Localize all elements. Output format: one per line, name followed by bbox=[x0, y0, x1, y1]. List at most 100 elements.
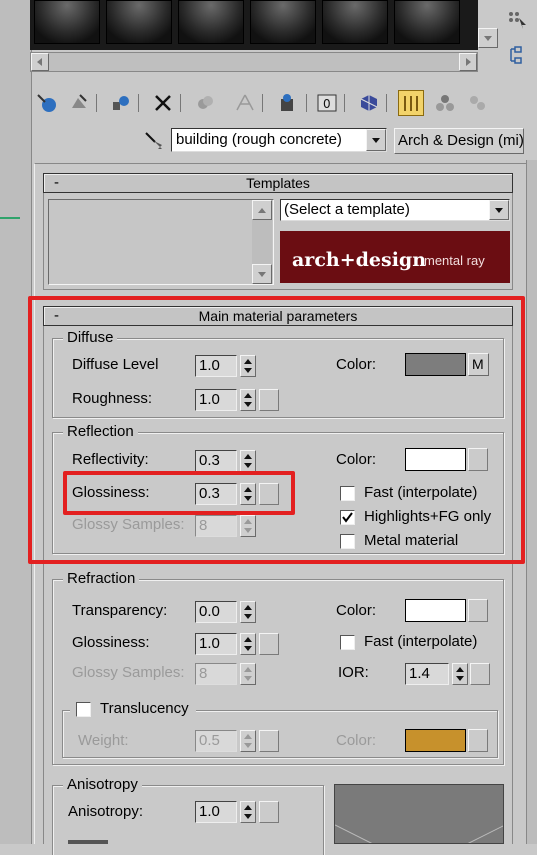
translucency-weight-map-button[interactable] bbox=[259, 730, 279, 752]
right-panel-edge bbox=[526, 160, 537, 844]
refraction-glossy-samples-input[interactable]: 8 bbox=[195, 663, 237, 685]
anisotropy-label: Anisotropy: bbox=[68, 803, 144, 820]
template-select-arrow[interactable] bbox=[489, 200, 509, 220]
anisotropy-map-button[interactable] bbox=[259, 801, 279, 823]
go-forward-to-sibling-icon[interactable] bbox=[466, 92, 488, 114]
sample-slot-3[interactable] bbox=[178, 0, 244, 44]
material-name-dropdown[interactable]: building (rough concrete) bbox=[171, 128, 387, 152]
anisotropy-preview-graphic bbox=[335, 824, 503, 843]
templates-rollout-body: (Select a template) arch+design mental r… bbox=[43, 193, 513, 290]
banner-sub-text: mental ray bbox=[424, 253, 485, 268]
toolbar-separator bbox=[180, 94, 181, 112]
spinner-arrows-icon bbox=[244, 605, 252, 619]
refraction-glossiness-map-button[interactable] bbox=[259, 633, 279, 655]
templates-list-scrollbar[interactable] bbox=[252, 200, 272, 284]
refraction-group-title: Refraction bbox=[63, 570, 140, 588]
templates-scroll-up[interactable] bbox=[252, 200, 272, 220]
scroll-left-icon bbox=[37, 58, 42, 66]
templates-list[interactable] bbox=[48, 199, 274, 285]
translucency-weight-label: Weight: bbox=[78, 732, 129, 749]
material-toolbar: 0 bbox=[34, 88, 524, 118]
left-panel-marker bbox=[0, 217, 20, 219]
copy-material-icon[interactable] bbox=[194, 92, 216, 114]
template-select[interactable]: (Select a template) bbox=[280, 199, 510, 221]
ior-map-button[interactable] bbox=[470, 663, 490, 685]
refraction-color-map-button[interactable] bbox=[468, 599, 488, 622]
scroll-down-icon bbox=[258, 272, 266, 277]
sample-slot-2[interactable] bbox=[106, 0, 172, 44]
show-end-result-icon[interactable] bbox=[398, 90, 424, 116]
translucency-color-swatch[interactable] bbox=[405, 729, 466, 752]
ior-input[interactable]: 1.4 bbox=[405, 663, 449, 685]
assign-material-icon[interactable] bbox=[110, 92, 132, 114]
translucency-color-map-button[interactable] bbox=[468, 729, 488, 752]
material-id-channel-icon[interactable]: 0 bbox=[316, 92, 338, 114]
sample-slot-6[interactable] bbox=[394, 0, 460, 44]
translucency-weight-input[interactable]: 0.5 bbox=[195, 730, 237, 752]
refraction-glossiness-input[interactable]: 1.0 bbox=[195, 633, 237, 655]
put-to-scene-icon[interactable] bbox=[68, 92, 90, 114]
banner-logo-text: arch+design bbox=[292, 249, 427, 271]
material-name-dropdown-arrow[interactable] bbox=[366, 129, 386, 151]
transparency-input[interactable]: 0.0 bbox=[195, 601, 237, 623]
get-material-icon[interactable] bbox=[36, 92, 58, 114]
scroll-right-icon bbox=[466, 58, 471, 66]
templates-scroll-down[interactable] bbox=[252, 264, 272, 284]
toolbar-separator bbox=[386, 94, 387, 112]
pick-material-from-object-icon[interactable] bbox=[143, 130, 165, 152]
hscroll-left[interactable] bbox=[31, 53, 49, 71]
toolbar-separator bbox=[138, 94, 139, 112]
translucency-checkbox[interactable] bbox=[76, 702, 91, 717]
toolbar-separator bbox=[306, 94, 307, 112]
put-to-library-icon[interactable] bbox=[276, 92, 298, 114]
material-type-label: Arch & Design (mi) bbox=[398, 132, 524, 149]
ior-spinner[interactable] bbox=[452, 663, 468, 685]
spinner-arrows-icon bbox=[244, 667, 252, 681]
material-type-button[interactable]: Arch & Design (mi) bbox=[394, 128, 524, 154]
toolbar-separator bbox=[344, 94, 345, 112]
anisotropy-group-title: Anisotropy bbox=[63, 776, 142, 794]
template-select-value: (Select a template) bbox=[284, 201, 410, 218]
refraction-fast-checkbox[interactable] bbox=[340, 635, 355, 650]
main-params-highlight-box bbox=[28, 296, 525, 564]
scroll-down-icon bbox=[484, 36, 492, 41]
material-navigator-icon[interactable] bbox=[506, 44, 528, 66]
refraction-glossiness-spinner[interactable] bbox=[240, 633, 256, 655]
toolbar-separator bbox=[96, 94, 97, 112]
templates-rollout-header[interactable]: - Templates bbox=[43, 173, 513, 193]
show-map-in-viewport-icon[interactable] bbox=[358, 92, 380, 114]
sample-slot-1[interactable] bbox=[34, 0, 100, 44]
pick-options-icon[interactable] bbox=[506, 8, 528, 30]
material-name-value: building (rough concrete) bbox=[176, 131, 342, 148]
refraction-color-swatch[interactable] bbox=[405, 599, 466, 622]
go-to-parent-icon[interactable] bbox=[434, 92, 456, 114]
hscroll-right[interactable] bbox=[459, 53, 477, 71]
spinner-arrows-icon bbox=[244, 734, 252, 748]
svg-text:0: 0 bbox=[323, 97, 331, 111]
refraction-color-label: Color: bbox=[336, 602, 377, 619]
spinner-arrows-icon bbox=[244, 805, 252, 819]
slots-vscroll-down[interactable] bbox=[478, 28, 498, 48]
templates-rollout-title: Templates bbox=[246, 175, 310, 191]
transparency-label: Transparency: bbox=[72, 602, 168, 619]
refraction-glossy-samples-spinner[interactable] bbox=[240, 663, 256, 685]
anisotropy-input[interactable]: 1.0 bbox=[195, 801, 237, 823]
make-unique-icon[interactable] bbox=[234, 92, 256, 114]
translucency-weight-spinner[interactable] bbox=[240, 730, 256, 752]
sample-slot-4[interactable] bbox=[250, 0, 316, 44]
translucency-label: Translucency bbox=[100, 700, 189, 717]
ior-label: IOR: bbox=[338, 664, 369, 681]
refraction-fast-label: Fast (interpolate) bbox=[364, 633, 478, 650]
chevron-down-icon bbox=[495, 208, 503, 213]
translucency-color-label: Color: bbox=[336, 732, 377, 749]
spinner-arrows-icon bbox=[244, 637, 252, 651]
slots-hscroll[interactable] bbox=[30, 52, 478, 72]
arch-design-banner: arch+design mental ray bbox=[280, 231, 510, 283]
transparency-spinner[interactable] bbox=[240, 601, 256, 623]
sample-slot-5[interactable] bbox=[322, 0, 388, 44]
anisotropy-spinner[interactable] bbox=[240, 801, 256, 823]
reset-material-icon[interactable] bbox=[152, 92, 174, 114]
sample-slots bbox=[30, 0, 478, 50]
toolbar-separator bbox=[262, 94, 263, 112]
chevron-down-icon bbox=[372, 138, 380, 143]
